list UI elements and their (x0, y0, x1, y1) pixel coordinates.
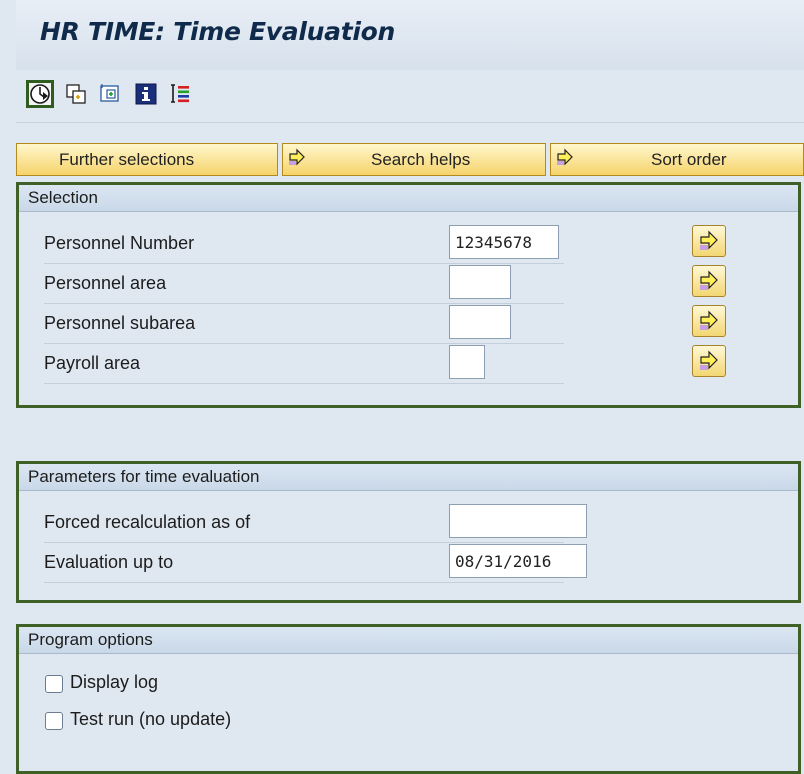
arrow-right-icon (700, 230, 718, 250)
personnel-area-multiple-selection-button[interactable] (692, 265, 726, 297)
parameters-group: Parameters for time evaluation Forced re… (16, 461, 801, 603)
personnel-number-label: Personnel Number (44, 233, 195, 253)
forced-recalculation-input[interactable] (449, 504, 587, 538)
personnel-subarea-label: Personnel subarea (44, 313, 196, 333)
execute-icon[interactable] (26, 80, 54, 108)
personnel-area-label: Personnel area (44, 273, 167, 293)
arrow-right-icon (700, 270, 718, 290)
test-run-label: Test run (no update) (70, 709, 232, 729)
personnel-subarea-input[interactable] (449, 305, 511, 339)
personnel-number-input[interactable] (449, 225, 559, 259)
sort-order-button[interactable]: Sort order (550, 143, 804, 176)
selection-header: Selection (19, 185, 798, 212)
test-run-checkbox[interactable] (45, 712, 63, 730)
program-options-group: Program options Display log Test run (no… (16, 624, 801, 774)
further-selections-button[interactable]: Further selections (16, 143, 278, 176)
get-variant-icon[interactable] (98, 82, 126, 110)
arrow-right-icon (700, 310, 718, 330)
arrow-right-icon (287, 147, 307, 172)
copy-variant-icon[interactable] (64, 82, 92, 110)
personnel-area-input[interactable] (449, 265, 511, 299)
arrow-right-icon (700, 350, 718, 370)
display-log-label: Display log (70, 672, 159, 692)
personnel-subarea-multiple-selection-button[interactable] (692, 305, 726, 337)
evaluation-up-to-label: Evaluation up to (44, 552, 174, 572)
selection-group: Selection Personnel Number Personnel are… (16, 182, 801, 408)
payroll-area-label: Payroll area (44, 353, 141, 373)
evaluation-up-to-input[interactable] (449, 544, 587, 578)
parameters-header: Parameters for time evaluation (19, 464, 798, 491)
search-helps-button[interactable]: Search helps (282, 143, 546, 176)
page-title: HR TIME: Time Evaluation (40, 17, 395, 46)
info-icon[interactable] (134, 82, 162, 110)
display-log-checkbox[interactable] (45, 675, 63, 693)
payroll-area-row: Payroll area (44, 343, 564, 384)
program-options-header: Program options (19, 627, 798, 654)
arrow-right-icon (555, 147, 575, 172)
selection-options-icon[interactable] (168, 82, 196, 110)
sort-order-label: Sort order (651, 150, 727, 169)
payroll-area-multiple-selection-button[interactable] (692, 345, 726, 377)
search-helps-label: Search helps (371, 150, 471, 169)
payroll-area-input[interactable] (449, 345, 485, 379)
title-bar: HR TIME: Time Evaluation (16, 0, 804, 71)
further-selections-label: Further selections (59, 150, 195, 169)
application-toolbar (16, 70, 804, 123)
forced-recalculation-label: Forced recalculation as of (44, 512, 251, 532)
personnel-number-multiple-selection-button[interactable] (692, 225, 726, 257)
